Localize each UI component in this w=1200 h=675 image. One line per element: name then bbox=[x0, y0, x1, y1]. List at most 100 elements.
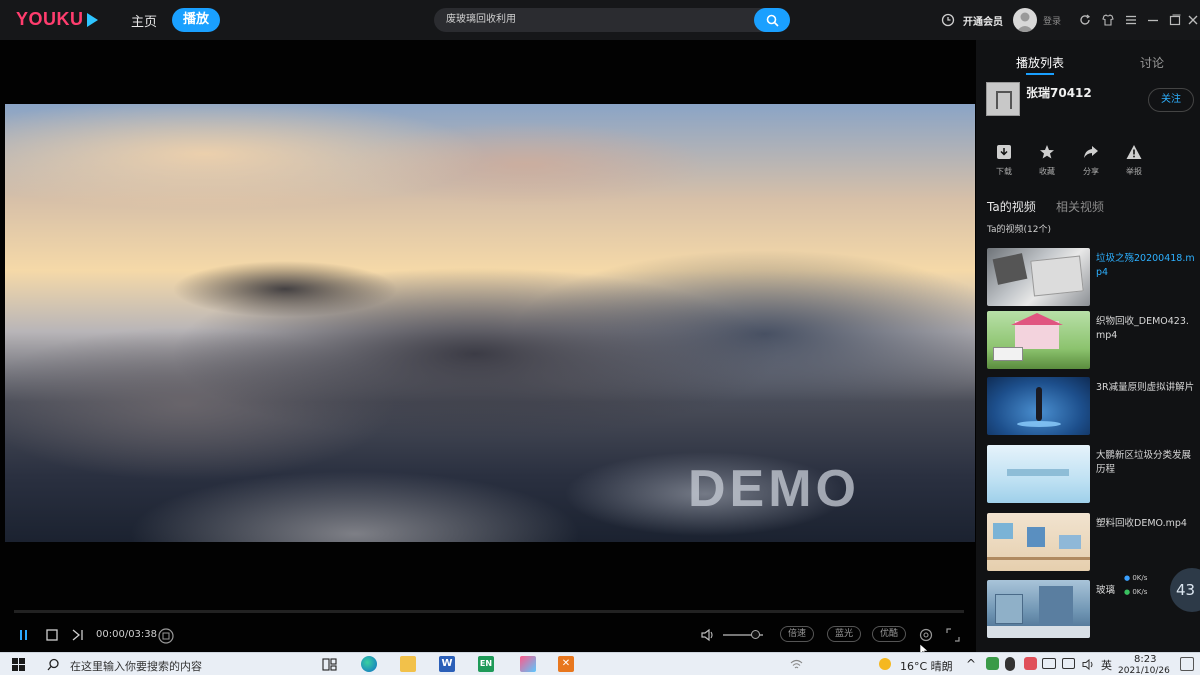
microphone-icon[interactable] bbox=[1005, 657, 1015, 671]
download-speed: 0K/s bbox=[1132, 588, 1148, 596]
word-icon[interactable]: W bbox=[439, 656, 455, 672]
video-thumbnail bbox=[987, 248, 1090, 306]
nav-play[interactable]: 播放 bbox=[172, 8, 220, 32]
youku-taskbar-icon[interactable] bbox=[520, 656, 536, 672]
video-thumbnail bbox=[987, 513, 1090, 571]
share-icon bbox=[1084, 146, 1098, 158]
tab-related-videos[interactable]: 相关视频 bbox=[1056, 198, 1104, 215]
minimize-icon[interactable] bbox=[1146, 13, 1160, 27]
favorite-button[interactable]: 收藏 bbox=[1029, 144, 1065, 177]
weather-text[interactable]: 16°C 晴朗 bbox=[900, 658, 953, 674]
follow-button[interactable]: 关注 bbox=[1148, 88, 1194, 112]
history-icon[interactable] bbox=[941, 13, 955, 27]
video-thumbnail bbox=[987, 377, 1090, 435]
player-controls: 00:00/03:38 倍速 蓝光 优酷 bbox=[0, 620, 976, 656]
ime-indicator[interactable]: 英 bbox=[1101, 657, 1112, 673]
list-item[interactable]: 玻璃 bbox=[987, 580, 1197, 640]
search-button[interactable] bbox=[754, 8, 790, 32]
menu-icon[interactable] bbox=[1124, 13, 1138, 27]
task-view-icon[interactable] bbox=[322, 657, 337, 672]
video-count: Ta的视频(12个) bbox=[987, 225, 1051, 235]
list-item[interactable]: 塑料回收DEMO.mp4 bbox=[987, 513, 1197, 573]
volume-knob[interactable] bbox=[751, 630, 760, 639]
edge-icon[interactable] bbox=[361, 656, 377, 672]
file-explorer-icon[interactable] bbox=[400, 656, 416, 672]
speaker-icon[interactable] bbox=[1082, 658, 1095, 671]
playlist-sidebar: 播放列表 讨论 张瑞70412 关注 下载 收藏 分享 举报 Ta的视频 相关视… bbox=[976, 40, 1200, 652]
enhance-button[interactable]: 优酷 bbox=[872, 626, 907, 642]
pause-icon[interactable] bbox=[18, 629, 30, 641]
youku-logo[interactable]: YOUKU bbox=[16, 9, 98, 30]
quality-button[interactable]: 蓝光 bbox=[827, 626, 862, 642]
close-icon[interactable] bbox=[1186, 13, 1200, 27]
top-bar: YOUKU 主页 播放 开通会员 登录 bbox=[0, 0, 1200, 40]
video-watermark: DEMO bbox=[688, 460, 860, 518]
warning-icon bbox=[1126, 145, 1142, 159]
tab-his-videos[interactable]: Ta的视频 bbox=[987, 198, 1036, 215]
time-display: 00:00/03:38 bbox=[96, 629, 158, 640]
login-link[interactable]: 登录 bbox=[1043, 14, 1061, 27]
settings-icon[interactable] bbox=[918, 627, 934, 643]
skin-icon[interactable] bbox=[1101, 13, 1115, 27]
stop-icon[interactable] bbox=[45, 628, 59, 642]
video-title: 塑料回收DEMO.mp4 bbox=[1096, 518, 1187, 529]
taskbar-search-icon[interactable] bbox=[47, 658, 60, 671]
tray-expand-icon[interactable]: ^ bbox=[966, 657, 976, 671]
notification-icon[interactable] bbox=[1180, 657, 1194, 671]
user-avatar[interactable] bbox=[1013, 8, 1037, 32]
taskbar-search-input[interactable]: 在这里输入你要搜索的内容 bbox=[70, 658, 202, 674]
weather-icon bbox=[879, 658, 891, 670]
battery-icon[interactable] bbox=[1042, 658, 1056, 669]
tray-security-icon[interactable] bbox=[986, 657, 999, 670]
speed-button[interactable]: 倍速 bbox=[780, 626, 815, 642]
video-thumbnail bbox=[987, 311, 1090, 369]
youku-player-window: YOUKU 主页 播放 开通会员 登录 DEMO bbox=[0, 0, 1200, 675]
list-item[interactable]: 大鹏新区垃圾分类发展历程 bbox=[987, 445, 1197, 505]
share-button[interactable]: 分享 bbox=[1073, 144, 1109, 177]
tab-playlist[interactable]: 播放列表 bbox=[1016, 54, 1064, 71]
logo-text: YOUKU bbox=[16, 9, 84, 29]
video-thumbnail bbox=[987, 445, 1090, 503]
danmaku-icon[interactable] bbox=[157, 627, 175, 645]
refresh-icon[interactable] bbox=[1078, 13, 1092, 27]
clock-time[interactable]: 8:23 bbox=[1134, 654, 1156, 665]
video-title: 织物回收_DEMO423.mp4 bbox=[1096, 316, 1189, 341]
progress-bar[interactable] bbox=[14, 610, 964, 613]
video-area[interactable]: DEMO 00:00/03:38 倍速 蓝光 优酷 bbox=[0, 40, 976, 656]
video-title: 垃圾之殇20200418.mp4 bbox=[1096, 253, 1195, 278]
net-speed-widget: ● 0K/s ● 0K/s bbox=[1124, 574, 1148, 596]
video-title: 3R减量原则虚拟讲解片 bbox=[1096, 382, 1195, 393]
list-item[interactable]: 3R减量原则虚拟讲解片 bbox=[987, 377, 1197, 437]
user-icon bbox=[1016, 12, 1034, 32]
share-label: 分享 bbox=[1083, 167, 1099, 176]
download-button[interactable]: 下载 bbox=[986, 144, 1022, 177]
network-icon[interactable] bbox=[790, 658, 803, 671]
search-input[interactable] bbox=[446, 8, 746, 32]
en-app-icon[interactable]: EN bbox=[478, 656, 494, 672]
search-box bbox=[434, 8, 790, 32]
list-item[interactable]: 织物回收_DEMO423.mp4 bbox=[987, 311, 1197, 371]
active-tab-indicator bbox=[1026, 73, 1054, 75]
tray-app-icon[interactable] bbox=[1024, 657, 1037, 670]
tool-app-icon[interactable]: ✕ bbox=[558, 656, 574, 672]
upload-speed: 0K/s bbox=[1132, 574, 1148, 582]
tab-discuss[interactable]: 讨论 bbox=[1140, 54, 1164, 71]
logo-play-icon bbox=[86, 12, 98, 27]
uploader-avatar[interactable] bbox=[986, 82, 1020, 116]
uploader-name[interactable]: 张瑞70412 bbox=[1026, 84, 1092, 101]
star-icon bbox=[1040, 145, 1054, 159]
next-icon[interactable] bbox=[71, 628, 85, 642]
vip-button[interactable]: 开通会员 bbox=[963, 13, 1003, 28]
download-label: 下载 bbox=[996, 167, 1012, 176]
display-icon[interactable] bbox=[1062, 658, 1075, 669]
report-button[interactable]: 举报 bbox=[1116, 144, 1152, 177]
volume-icon[interactable] bbox=[700, 628, 716, 642]
windows-start-icon[interactable] bbox=[12, 658, 25, 671]
fullscreen-icon[interactable] bbox=[946, 628, 960, 642]
maximize-icon[interactable] bbox=[1168, 13, 1182, 27]
clock-date[interactable]: 2021/10/26 bbox=[1118, 666, 1170, 675]
video-frame[interactable]: DEMO bbox=[5, 104, 975, 542]
list-item[interactable]: 垃圾之殇20200418.mp4 bbox=[987, 248, 1197, 308]
nav-home[interactable]: 主页 bbox=[131, 11, 157, 30]
download-icon bbox=[997, 145, 1011, 159]
